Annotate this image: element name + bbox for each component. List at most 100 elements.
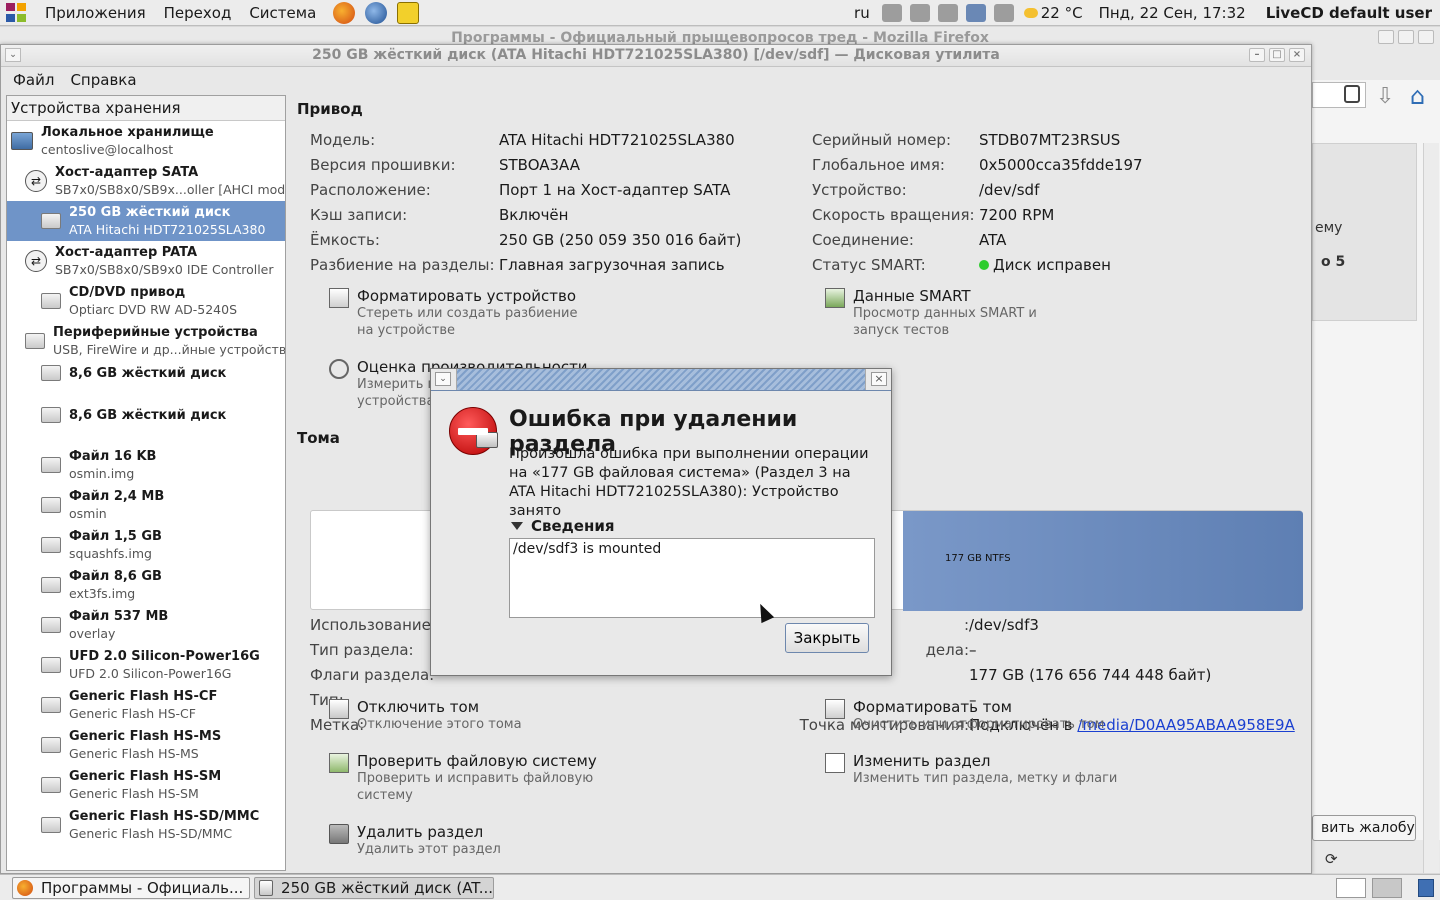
usb-disk-icon	[41, 817, 61, 833]
property-row: Скорость вращения: 7200 RPM	[812, 206, 1054, 224]
storage-devices-tree: Устройства хранения Локальное хранилище c…	[6, 95, 286, 871]
hard-disk-icon	[41, 577, 61, 593]
hard-disk-icon	[41, 365, 61, 381]
sidebar-item[interactable]: ⇄ Хост-адаптер SATA SB7x0/SB8x0/SB9x...oll…	[7, 161, 285, 201]
menu-help[interactable]: Справка	[62, 71, 144, 89]
firefox-launcher-icon[interactable]	[333, 1, 356, 24]
volume-segment[interactable]: 177 GB NTFS	[903, 511, 1303, 611]
sidebar-item-subtitle: USB, FireWire и др...йные устройства	[53, 342, 285, 357]
format-icon	[825, 699, 845, 719]
sidebar-item[interactable]: Файл 16 KB osmin.img	[7, 445, 285, 485]
sidebar-item-title: 250 GB жёсткий диск	[69, 205, 231, 220]
host-adapter-icon: ⇄	[25, 250, 47, 272]
format-volume-action[interactable]: Форматировать том Очистить или отформатир…	[825, 698, 1113, 733]
printer-icon[interactable]	[993, 3, 1014, 22]
close-dialog-button[interactable]: Закрыть	[785, 623, 869, 653]
property-key: Использование	[310, 616, 431, 634]
clock[interactable]: Пнд, 22 Сен, 17:32	[1091, 4, 1254, 22]
ff-refresh-icon[interactable]: ⟳	[1325, 850, 1338, 868]
ff-complaint-button[interactable]: вить жалобу	[1312, 815, 1416, 841]
weather-temp[interactable]: 22 °C	[1038, 4, 1091, 22]
clipboard-icon[interactable]	[909, 3, 930, 22]
sidebar-item[interactable]: UFD 2.0 Silicon-Power16G UFD 2.0 Silicon-…	[7, 645, 285, 685]
ff-binoculars-icon[interactable]	[1344, 85, 1360, 103]
property-key: Флаги раздела:	[310, 666, 435, 684]
menubar: Файл Справка	[1, 67, 1311, 93]
user-menu[interactable]: LiveCD default user	[1254, 4, 1440, 22]
trash-applet-icon[interactable]	[1418, 879, 1434, 897]
minimize-button[interactable]: –	[1249, 48, 1265, 62]
ff-home-icon[interactable]: ⌂	[1410, 82, 1425, 110]
network-icon[interactable]	[965, 3, 986, 22]
sidebar-item[interactable]: Generic Flash HS-SD/MMC Generic Flash HS-…	[7, 805, 285, 845]
tools-icon[interactable]	[881, 3, 902, 22]
dialog-close-icon[interactable]: ×	[871, 372, 887, 386]
thunderbird-launcher-icon[interactable]	[365, 1, 388, 24]
sidebar-item[interactable]: 8,6 GB жёсткий диск	[7, 403, 285, 445]
property-value: /dev/sdf	[979, 181, 1039, 199]
sidebar-item[interactable]: Файл 2,4 MB osmin	[7, 485, 285, 525]
sidebar-item[interactable]: Файл 537 MB overlay	[7, 605, 285, 645]
sidebar-item[interactable]: CD/DVD привод Optiarc DVD RW AD-5240S	[7, 281, 285, 321]
property-value: ATA	[979, 231, 1006, 249]
dialog-titlebar[interactable]: ⌄ ×	[431, 369, 891, 391]
action-title: Удалить раздел	[357, 823, 484, 841]
ff-maximize-button[interactable]	[1398, 30, 1414, 44]
sidebar-item-subtitle: SB7x0/SB8x0/SB9x...oller [AHCI mode]	[55, 182, 285, 197]
sidebar-item[interactable]: Периферийные устройства USB, FireWire и д…	[7, 321, 285, 361]
sidebar-item[interactable]: Файл 8,6 GB ext3fs.img	[7, 565, 285, 605]
dialog-menu-icon[interactable]: ⌄	[435, 372, 451, 386]
check-filesystem-action[interactable]: Проверить файловую систему Проверить и ис…	[329, 752, 597, 804]
keyboard-layout[interactable]: ru	[846, 4, 878, 22]
unmount-volume-action[interactable]: Отключить том Отключение этого тома	[329, 698, 597, 733]
window-titlebar[interactable]: ⌄ 250 GB жёсткий диск (ATA Hitachi HDT72…	[1, 45, 1311, 67]
delete-partition-action[interactable]: Удалить раздел Удалить этот раздел	[329, 823, 597, 858]
sidebar-item[interactable]: ⇄ Хост-адаптер PATA SB7x0/SB8x0/SB9x0 IDE …	[7, 241, 285, 281]
taskbar-firefox[interactable]: Программы - Официаль...	[12, 876, 250, 899]
ff-close-button[interactable]	[1418, 30, 1434, 44]
task-label: 250 GB жёсткий диск (AT...	[281, 878, 493, 897]
property-key: Ёмкость:	[310, 231, 380, 249]
sidebar-item[interactable]: 250 GB жёсткий диск ATA Hitachi HDT721025…	[7, 201, 285, 241]
smart-data-action[interactable]: Данные SMART Просмотр данных SMART и запу…	[825, 287, 1083, 339]
distro-logo-icon[interactable]	[6, 2, 28, 23]
sidebar-item[interactable]: Generic Flash HS-CF Generic Flash HS-CF	[7, 685, 285, 725]
sidebar-item-title: Файл 8,6 GB	[69, 569, 162, 584]
workspace-2[interactable]	[1372, 878, 1402, 898]
property-key: Серийный номер:	[812, 131, 951, 149]
notes-launcher-icon[interactable]	[397, 1, 420, 24]
property-value: STDB07MT23RSUS	[979, 131, 1120, 149]
property-value-text: 0x5000cca35fdde197	[979, 156, 1143, 174]
details-expander[interactable]: Сведения	[511, 517, 614, 535]
property-key: Тип раздела:	[310, 641, 414, 659]
maximize-button[interactable]: □	[1269, 48, 1285, 62]
menu-applications[interactable]: Приложения	[36, 4, 155, 22]
sidebar-item[interactable]: 8,6 GB жёсткий диск	[7, 361, 285, 403]
action-desc: Стереть или создать разбиение на устройс…	[357, 306, 578, 338]
menu-system[interactable]: Система	[240, 4, 325, 22]
details-textview[interactable]: /dev/sdf3 is mounted	[509, 538, 875, 618]
property-value-text: Включён	[499, 206, 569, 224]
sidebar-item[interactable]: Файл 1,5 GB squashfs.img	[7, 525, 285, 565]
sidebar-item[interactable]: Локальное хранилище centoslive@localhost	[7, 121, 285, 161]
menu-file[interactable]: Файл	[5, 71, 62, 89]
edit-partition-action[interactable]: Изменить раздел Изменить тип раздела, мет…	[825, 752, 1133, 787]
property-value-text: STBOA3AA	[499, 156, 580, 174]
workspace-1[interactable]	[1336, 878, 1366, 898]
usb-icon	[25, 333, 45, 349]
taskbar-disk-utility[interactable]: 250 GB жёсткий диск (AT...	[254, 876, 494, 899]
action-desc: Отключение этого тома	[357, 717, 522, 732]
close-button[interactable]: ×	[1289, 48, 1305, 62]
window-menu-icon[interactable]: ⌄	[5, 48, 21, 62]
sidebar-item[interactable]: Generic Flash HS-MS Generic Flash HS-MS	[7, 725, 285, 765]
format-device-action[interactable]: Форматировать устройство Стереть или созд…	[329, 287, 587, 339]
ff-minimize-button[interactable]	[1378, 30, 1394, 44]
menu-places[interactable]: Переход	[155, 4, 241, 22]
volume-icon[interactable]	[937, 3, 958, 22]
property-key: Разбиение на разделы:	[310, 256, 495, 274]
ff-scrollbar[interactable]	[1423, 143, 1439, 873]
ff-download-icon[interactable]: ⇩	[1376, 84, 1394, 109]
sidebar-item[interactable]: Generic Flash HS-SM Generic Flash HS-SM	[7, 765, 285, 805]
trash-icon	[329, 824, 349, 844]
property-value-text: Главная загрузочная запись	[499, 256, 725, 274]
